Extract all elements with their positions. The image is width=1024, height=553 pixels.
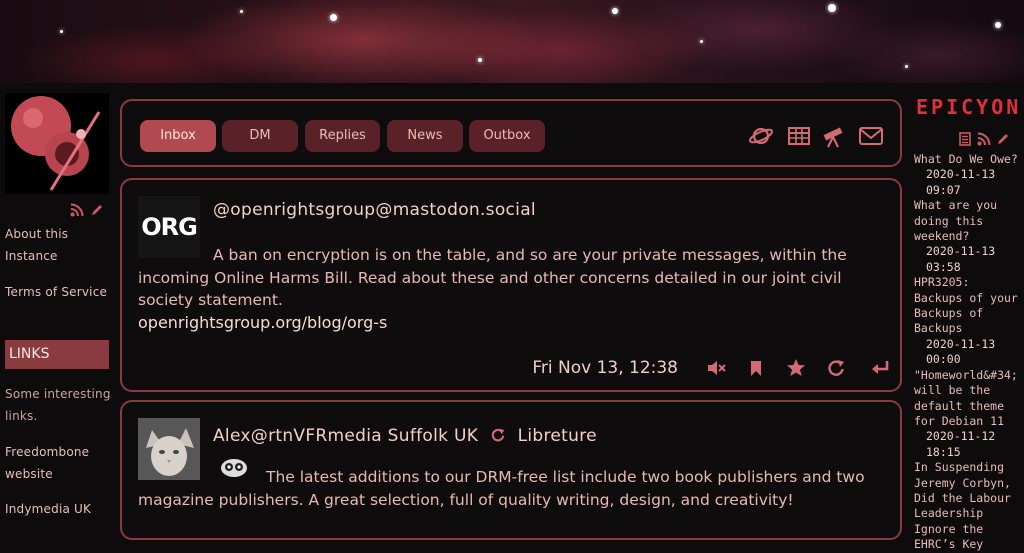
instance-avatar[interactable] (5, 93, 109, 194)
bookmark-icon[interactable] (746, 358, 766, 378)
tab-replies[interactable]: Replies (305, 120, 380, 152)
newswire-date: 2020-11-13 03:58 (926, 244, 996, 274)
newswire-title[interactable]: HPR3205: Backups of your Backups of Back… (914, 275, 1022, 337)
freedombone-website-link[interactable]: Freedombone website (5, 441, 113, 485)
planet-icon[interactable] (748, 123, 774, 149)
mute-icon[interactable] (706, 358, 726, 378)
telescope-icon[interactable] (821, 123, 847, 149)
newswire-date: 2020-11-13 00:00 (926, 336, 996, 367)
epicyon-logo[interactable]: EPICYON (916, 95, 1018, 121)
tab-outbox[interactable]: Outbox (469, 120, 545, 152)
newswire-list-icon[interactable] (958, 132, 972, 146)
post-card: ORG @openrightsgroup@mastodon.social A b… (120, 178, 902, 392)
tab-news[interactable]: News (387, 120, 463, 152)
newswire-date: 2020-11-12 18:15 (926, 429, 996, 459)
repeat-icon (491, 428, 505, 442)
post-content: A ban on encryption is on the table, and… (138, 244, 868, 334)
timeline-tab-bar: Inbox DM Replies News Outbox (120, 99, 902, 167)
repeated-by[interactable]: Libreture (518, 426, 597, 446)
about-instance-link[interactable]: About this Instance (5, 223, 113, 267)
edit-pencil-icon[interactable] (90, 203, 104, 217)
post-content: The latest additions to our DRM-free lis… (138, 466, 868, 511)
terms-of-service-link[interactable]: Terms of Service (5, 281, 113, 303)
newswire-title[interactable]: In Suspending Jeremy Corbyn, Did the Lab… (914, 460, 1022, 552)
post-author[interactable]: Alex@rtnVFRmedia Suffolk UK (213, 426, 478, 446)
post-author[interactable]: @openrightsgroup@mastodon.social (213, 200, 536, 220)
newswire-title[interactable]: What are you doing this weekend? (914, 198, 1022, 244)
edit-pencil-icon[interactable] (996, 132, 1010, 146)
newswire-item[interactable]: What Do We Owe? 2020-11-13 09:07 (914, 152, 1022, 198)
links-header: LINKS (5, 340, 109, 369)
newswire-feed: What Do We Owe? 2020-11-13 09:07 What ar… (914, 152, 1022, 553)
envelope-icon[interactable] (858, 123, 884, 149)
reply-icon[interactable] (870, 358, 890, 378)
post-author-line: Alex@rtnVFRmedia Suffolk UK Libreture (213, 426, 597, 446)
newswire-item[interactable]: HPR3205: Backups of your Backups of Back… (914, 275, 1022, 367)
newswire-item[interactable]: In Suspending Jeremy Corbyn, Did the Lab… (914, 460, 1022, 552)
calendar-grid-icon[interactable] (786, 123, 812, 149)
rss-icon[interactable] (70, 203, 84, 217)
rss-icon[interactable] (977, 132, 991, 146)
newswire-item[interactable]: "Homeworld&#34; will be the default them… (914, 368, 1022, 460)
newswire-title[interactable]: "Homeworld&#34; will be the default them… (914, 368, 1022, 430)
newswire-title[interactable]: What Do We Owe? (914, 152, 1022, 167)
star-icon[interactable] (786, 358, 806, 378)
tab-inbox[interactable]: Inbox (140, 120, 216, 152)
post-card: Alex@rtnVFRmedia Suffolk UK Libreture Th… (120, 400, 902, 540)
newswire-item[interactable]: What are you doing this weekend? 2020-11… (914, 198, 1022, 275)
indymedia-uk-link[interactable]: Indymedia UK (5, 498, 113, 520)
post-body-text: The latest additions to our DRM-free lis… (138, 468, 865, 509)
tab-dm[interactable]: DM (222, 120, 298, 152)
planet-logo-icon (11, 95, 101, 191)
post-timestamp[interactable]: Fri Nov 13, 12:38 (532, 358, 678, 378)
links-intro-text: Some interesting links. (5, 387, 111, 423)
header-banner (0, 0, 1024, 83)
newswire-date: 2020-11-13 09:07 (926, 167, 996, 197)
post-body-text: A ban on encryption is on the table, and… (138, 246, 847, 309)
post-link[interactable]: openrightsgroup.org/blog/org-s (138, 312, 868, 335)
repeat-icon[interactable] (826, 358, 846, 378)
avatar-org-text: ORG (141, 213, 198, 241)
